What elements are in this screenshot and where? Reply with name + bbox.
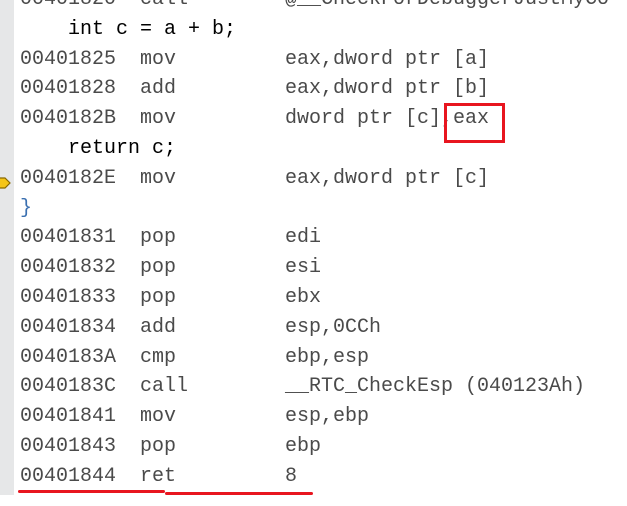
address: 00401844 xyxy=(20,464,117,488)
operand: esi xyxy=(285,256,322,280)
asm-line[interactable]: 00401820 call @__CheckForDebuggerJustMyCo xyxy=(0,0,627,15)
mnemonic: mov xyxy=(140,107,177,131)
mnemonic: add xyxy=(140,77,177,101)
operand: @__CheckForDebuggerJustMyCo xyxy=(285,0,609,15)
mnemonic: add xyxy=(140,315,177,339)
mnemonic: ret xyxy=(140,464,177,488)
mnemonic: call xyxy=(140,375,189,399)
address: 0040182B xyxy=(20,107,117,131)
mnemonic: cmp xyxy=(140,345,177,369)
underline-annotation-left xyxy=(18,490,165,493)
address: 00401841 xyxy=(20,405,117,429)
asm-line[interactable]: 00401825 mov eax,dword ptr [a] xyxy=(0,45,627,75)
operand: eax,dword ptr [c] xyxy=(285,166,490,190)
mnemonic: mov xyxy=(140,405,177,429)
address: 00401834 xyxy=(20,315,117,339)
asm-line[interactable]: 00401833 pop ebx xyxy=(0,283,627,313)
address: 00401828 xyxy=(20,77,117,101)
asm-line[interactable]: 00401834 add esp,0CCh xyxy=(0,313,627,343)
asm-line[interactable]: 00401843 pop ebp xyxy=(0,432,627,462)
asm-line[interactable]: 0040182E mov eax,dword ptr [c] xyxy=(0,164,627,194)
source-line[interactable]: int c = a + b; xyxy=(0,15,627,45)
brace-line[interactable]: } xyxy=(0,194,627,224)
mnemonic: pop xyxy=(140,256,177,280)
address: 00401820 xyxy=(20,0,116,15)
asm-line[interactable]: 00401844 ret 8 xyxy=(0,462,627,492)
operand: ebp,esp xyxy=(285,345,370,369)
mnemonic: mov xyxy=(140,47,177,71)
mnemonic: pop xyxy=(140,435,177,458)
mnemonic: pop xyxy=(140,226,177,250)
address: 0040183C xyxy=(20,375,117,399)
asm-line[interactable]: 0040182B mov dword ptr [c],eax xyxy=(0,104,627,134)
operand: ebx xyxy=(285,286,322,309)
address: 00401843 xyxy=(20,435,117,458)
operand: edi xyxy=(285,226,322,250)
address: 00401832 xyxy=(20,256,117,280)
source-text: return c; xyxy=(68,137,177,160)
address: 0040182E xyxy=(20,166,117,190)
asm-line[interactable]: 0040183A cmp ebp,esp xyxy=(0,343,627,373)
operand: eax,dword ptr [b] xyxy=(285,77,490,101)
operand: 8 xyxy=(285,464,298,488)
closing-brace: } xyxy=(20,196,33,220)
operand: ebp xyxy=(285,435,322,458)
address: 00401831 xyxy=(20,226,117,250)
source-text: int c = a + b; xyxy=(68,17,237,41)
asm-line[interactable]: 00401832 pop esi xyxy=(0,253,627,283)
address: 00401825 xyxy=(20,47,117,71)
asm-line[interactable]: 0040183C call __RTC_CheckEsp (040123Ah) xyxy=(0,372,627,402)
mnemonic: pop xyxy=(140,286,177,309)
operand: esp,ebp xyxy=(285,405,370,429)
operand: eax,dword ptr [a] xyxy=(285,47,490,71)
asm-line[interactable]: 00401828 add eax,dword ptr [b] xyxy=(0,74,627,104)
address: 0040183A xyxy=(20,345,117,369)
underline-annotation-right xyxy=(165,492,313,495)
address: 00401833 xyxy=(20,286,117,309)
mnemonic: call xyxy=(140,0,188,15)
operand: __RTC_CheckEsp (040123Ah) xyxy=(285,375,586,399)
highlight-box-eax xyxy=(444,103,505,143)
asm-line[interactable]: 00401841 mov esp,ebp xyxy=(0,402,627,432)
operand: esp,0CCh xyxy=(285,315,382,339)
asm-line[interactable]: 00401831 pop edi xyxy=(0,223,627,253)
mnemonic: mov xyxy=(140,166,177,190)
source-line[interactable]: return c; xyxy=(0,134,627,164)
